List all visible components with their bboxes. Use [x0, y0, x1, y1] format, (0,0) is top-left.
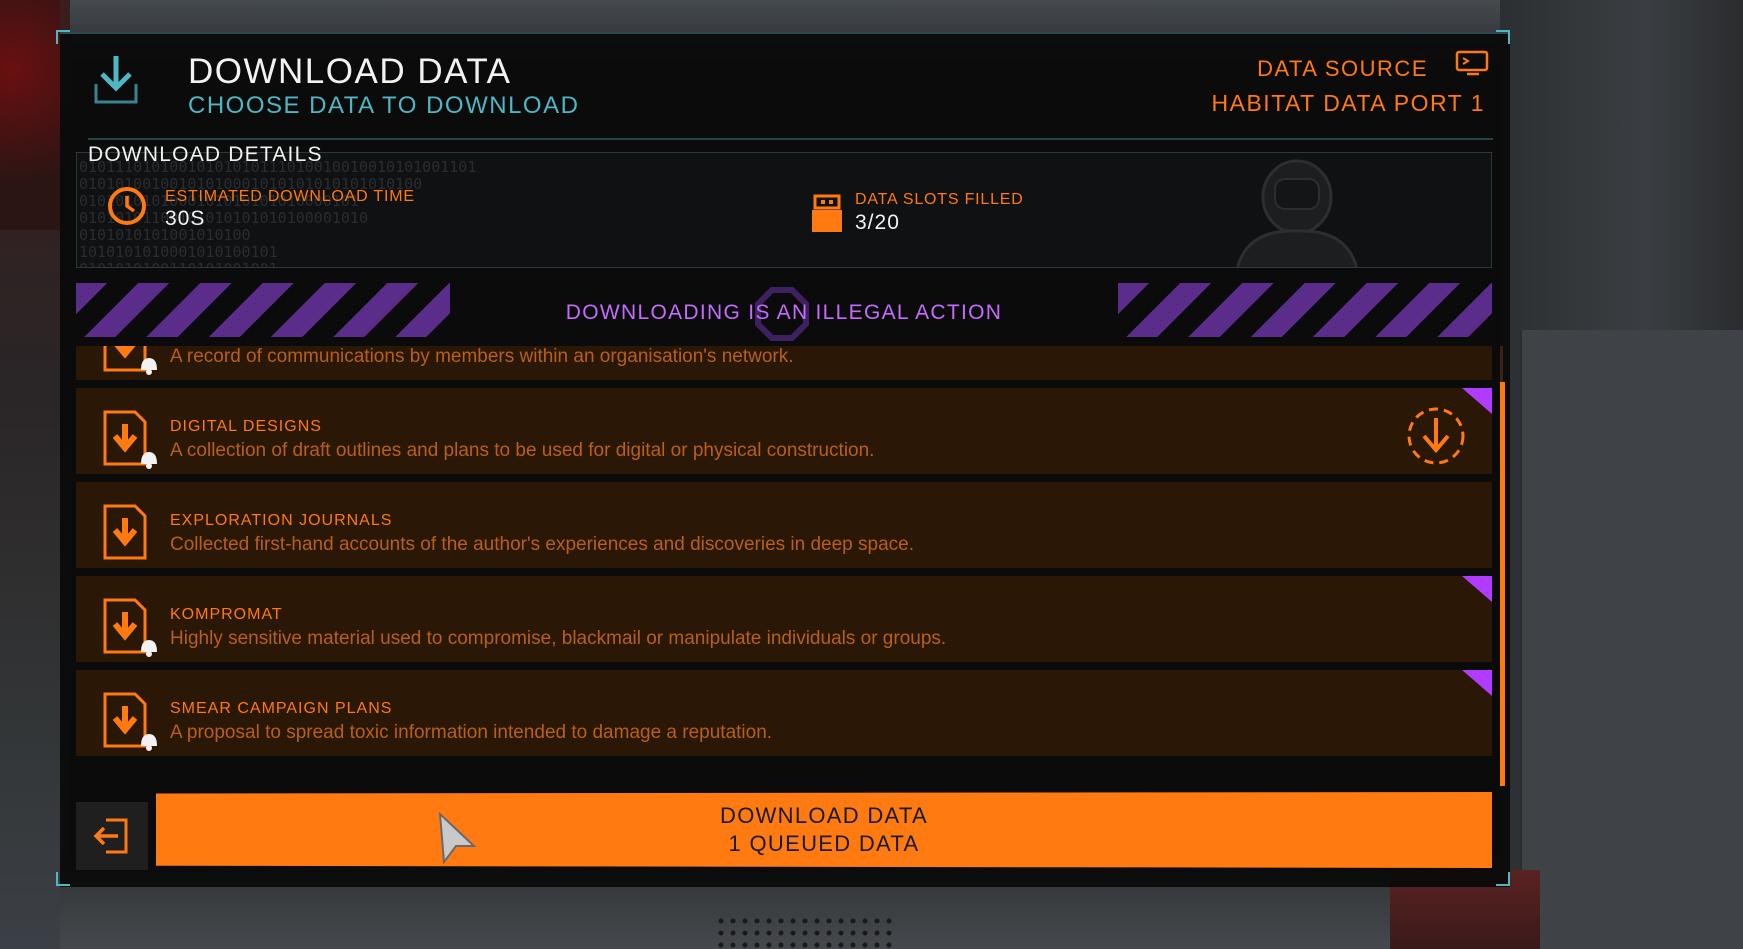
slots-value: 3/20 — [855, 211, 900, 234]
data-source-label: DATA SOURCE — [1257, 56, 1428, 81]
item-name: SMEAR CAMPAIGN PLANS — [170, 700, 393, 717]
data-download-icon — [103, 410, 157, 469]
download-data-button[interactable]: DOWNLOAD DATA 1 QUEUED DATA — [156, 792, 1492, 868]
corner-bracket — [1496, 30, 1510, 44]
bg-red-light — [0, 0, 60, 230]
corner-bracket — [56, 872, 70, 886]
list-item[interactable]: SMEAR CAMPAIGN PLANS A proposal to sprea… — [76, 670, 1492, 760]
data-list: A record of communications by members wi… — [76, 346, 1492, 780]
data-slot-icon — [812, 194, 842, 232]
data-source-port: HABITAT DATA PORT 1 — [1211, 90, 1485, 116]
details-title: DOWNLOAD DETAILS — [88, 143, 323, 166]
terminal-icon — [1455, 50, 1489, 76]
item-name: DIGITAL DESIGNS — [170, 418, 322, 435]
list-item[interactable]: EXPLORATION JOURNALS Collected first-han… — [76, 482, 1492, 572]
data-download-icon — [103, 598, 157, 657]
illegal-warning-text: DOWNLOADING IS AN ILLEGAL ACTION — [565, 301, 1003, 324]
corner-bracket — [1496, 872, 1510, 886]
queued-download-icon[interactable] — [1404, 404, 1468, 468]
bg-right-panel — [1520, 330, 1743, 949]
list-item[interactable]: DIGITAL DESIGNS A collection of draft ou… — [76, 388, 1492, 478]
item-description: A proposal to spread toxic information i… — [170, 722, 773, 743]
data-download-icon — [103, 504, 147, 560]
astronaut-silhouette-icon — [1236, 159, 1358, 267]
item-name: KOMPROMAT — [170, 606, 283, 623]
item-description: A collection of draft outlines and plans… — [170, 440, 875, 461]
data-download-icon — [103, 346, 157, 375]
list-item[interactable]: A record of communications by members wi… — [76, 346, 1492, 384]
illegal-flag — [1462, 576, 1492, 602]
item-description: Highly sensitive material used to compro… — [170, 628, 947, 649]
slots-label: DATA SLOTS FILLED — [855, 191, 1024, 208]
bg-grill — [715, 915, 895, 949]
mouse-cursor-icon — [438, 812, 476, 864]
data-download-icon — [103, 692, 157, 751]
page-title: DOWNLOAD DATA — [188, 52, 512, 91]
item-description: Collected first-hand accounts of the aut… — [170, 534, 915, 555]
header-divider — [88, 138, 1493, 140]
item-description: A record of communications by members wi… — [170, 346, 794, 367]
eta-label: ESTIMATED DOWNLOAD TIME — [165, 188, 415, 205]
illegal-flag — [1462, 670, 1492, 696]
download-details-box: 0101110101001010101011101001001001010100… — [76, 152, 1492, 268]
corner-bracket — [56, 30, 70, 44]
download-arrow-icon — [94, 56, 138, 104]
exit-icon — [93, 818, 128, 854]
item-name: EXPLORATION JOURNALS — [170, 512, 393, 529]
exit-button[interactable] — [76, 802, 148, 870]
clock-icon — [108, 187, 146, 225]
queued-count-label: 1 QUEUED DATA — [728, 831, 920, 856]
download-button-label: DOWNLOAD DATA — [720, 803, 928, 828]
eta-value: 30S — [165, 207, 206, 230]
list-item[interactable]: KOMPROMAT Highly sensitive material used… — [76, 576, 1492, 666]
page-subtitle: CHOOSE DATA TO DOWNLOAD — [188, 92, 580, 119]
scrollbar-thumb[interactable] — [1500, 382, 1505, 786]
